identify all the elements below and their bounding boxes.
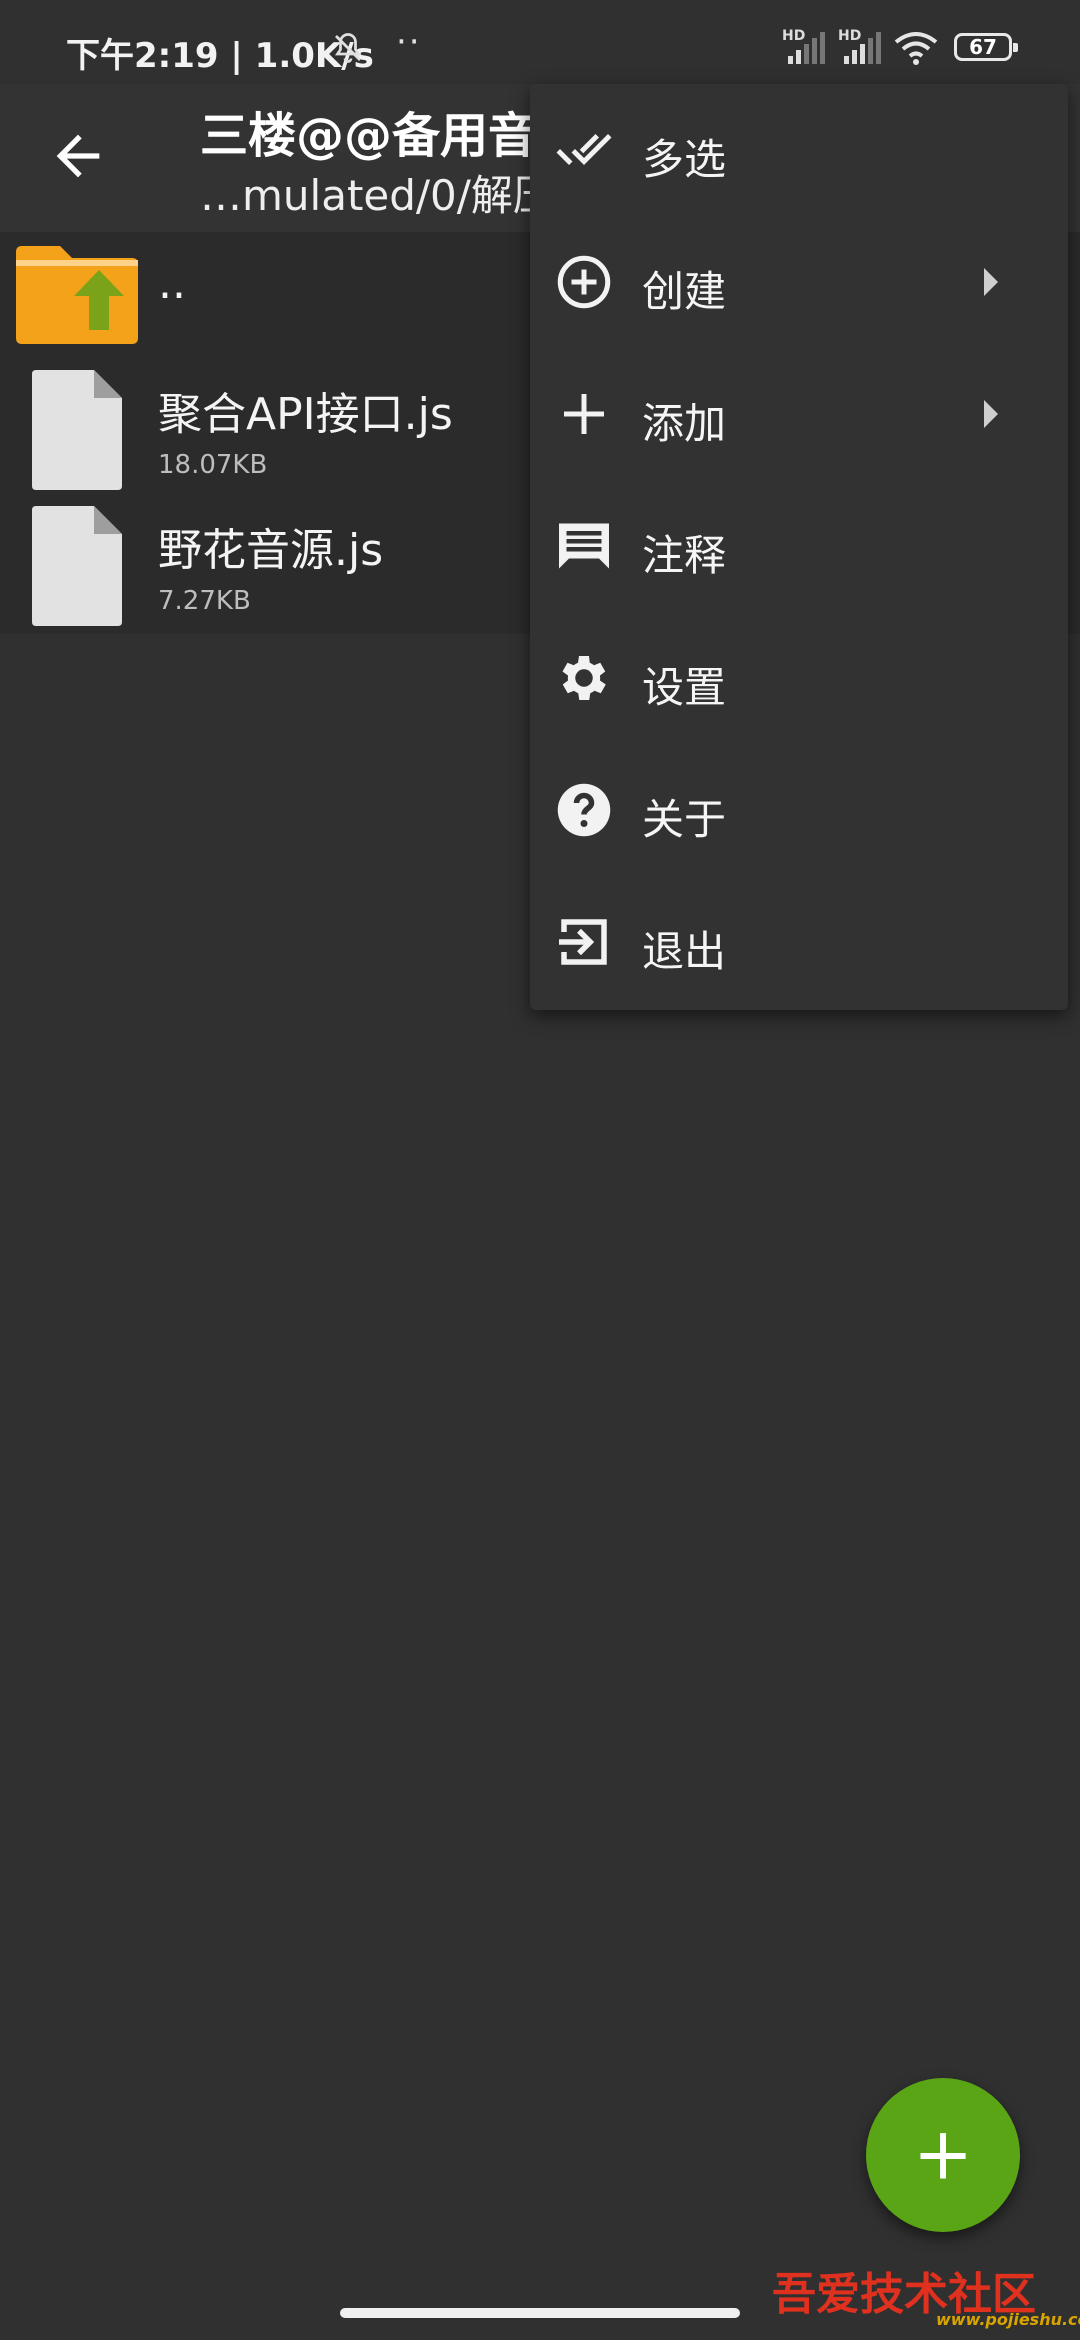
menu-item-add[interactable]: 添加 bbox=[530, 348, 1068, 480]
status-time: 下午2:19 | 1.0K/s bbox=[66, 36, 374, 76]
menu-item-settings[interactable]: 设置 bbox=[530, 612, 1068, 744]
file-size: 7.27KB bbox=[158, 586, 251, 616]
overflow-menu: 多选 创建 添加 注释 设置 关于 退出 bbox=[530, 84, 1068, 1010]
menu-item-create[interactable]: 创建 bbox=[530, 216, 1068, 348]
folder-up-icon bbox=[16, 246, 138, 344]
status-bar: 下午2:19 | 1.0K/s ·· HD HD 67 bbox=[0, 0, 1080, 84]
file-icon bbox=[32, 506, 122, 626]
page-title: 三楼@@备用音 bbox=[200, 108, 537, 164]
menu-item-exit[interactable]: 退出 bbox=[530, 876, 1068, 1008]
signal-hd-1-icon: HD bbox=[782, 28, 826, 66]
plus-icon: + bbox=[912, 2111, 974, 2196]
comment-icon bbox=[559, 523, 609, 569]
home-indicator[interactable] bbox=[340, 2308, 740, 2318]
submenu-arrow-icon bbox=[984, 268, 998, 296]
watermark-url: www.pojieshu.com bbox=[936, 2310, 1080, 2329]
menu-item-label: 注释 bbox=[642, 531, 727, 580]
status-more-dots: ·· bbox=[396, 22, 422, 62]
double-check-icon bbox=[556, 134, 612, 165]
back-arrow-icon[interactable] bbox=[46, 124, 110, 188]
menu-item-label: 添加 bbox=[642, 399, 727, 448]
menu-item-label: 退出 bbox=[642, 927, 727, 976]
menu-item-label: 多选 bbox=[642, 135, 727, 184]
file-name: 野花音源.js bbox=[158, 525, 384, 576]
menu-item-label: 关于 bbox=[642, 795, 727, 844]
menu-item-comment[interactable]: 注释 bbox=[530, 480, 1068, 612]
mute-bell-icon bbox=[334, 33, 362, 63]
exit-icon bbox=[559, 919, 607, 965]
menu-item-label: 创建 bbox=[642, 267, 727, 316]
signal-hd-2-icon: HD bbox=[838, 28, 882, 66]
path-subtitle: …mulated/0/解压 bbox=[200, 171, 555, 220]
gear-icon bbox=[562, 656, 606, 700]
file-icon bbox=[32, 370, 122, 490]
menu-item-label: 设置 bbox=[642, 663, 727, 712]
battery-indicator: 67 bbox=[954, 33, 1018, 61]
menu-item-multiselect[interactable]: 多选 bbox=[530, 84, 1068, 216]
file-name: 聚合API接口.js bbox=[158, 389, 453, 440]
plus-icon bbox=[564, 394, 604, 434]
add-circle-icon bbox=[557, 255, 611, 309]
submenu-arrow-icon bbox=[984, 400, 998, 428]
parent-folder-name: .. bbox=[158, 258, 186, 309]
menu-item-about[interactable]: 关于 bbox=[530, 744, 1068, 876]
wifi-icon bbox=[894, 32, 938, 65]
file-size: 18.07KB bbox=[158, 450, 268, 480]
add-fab-button[interactable]: + bbox=[866, 2078, 1020, 2232]
help-icon bbox=[557, 783, 611, 837]
